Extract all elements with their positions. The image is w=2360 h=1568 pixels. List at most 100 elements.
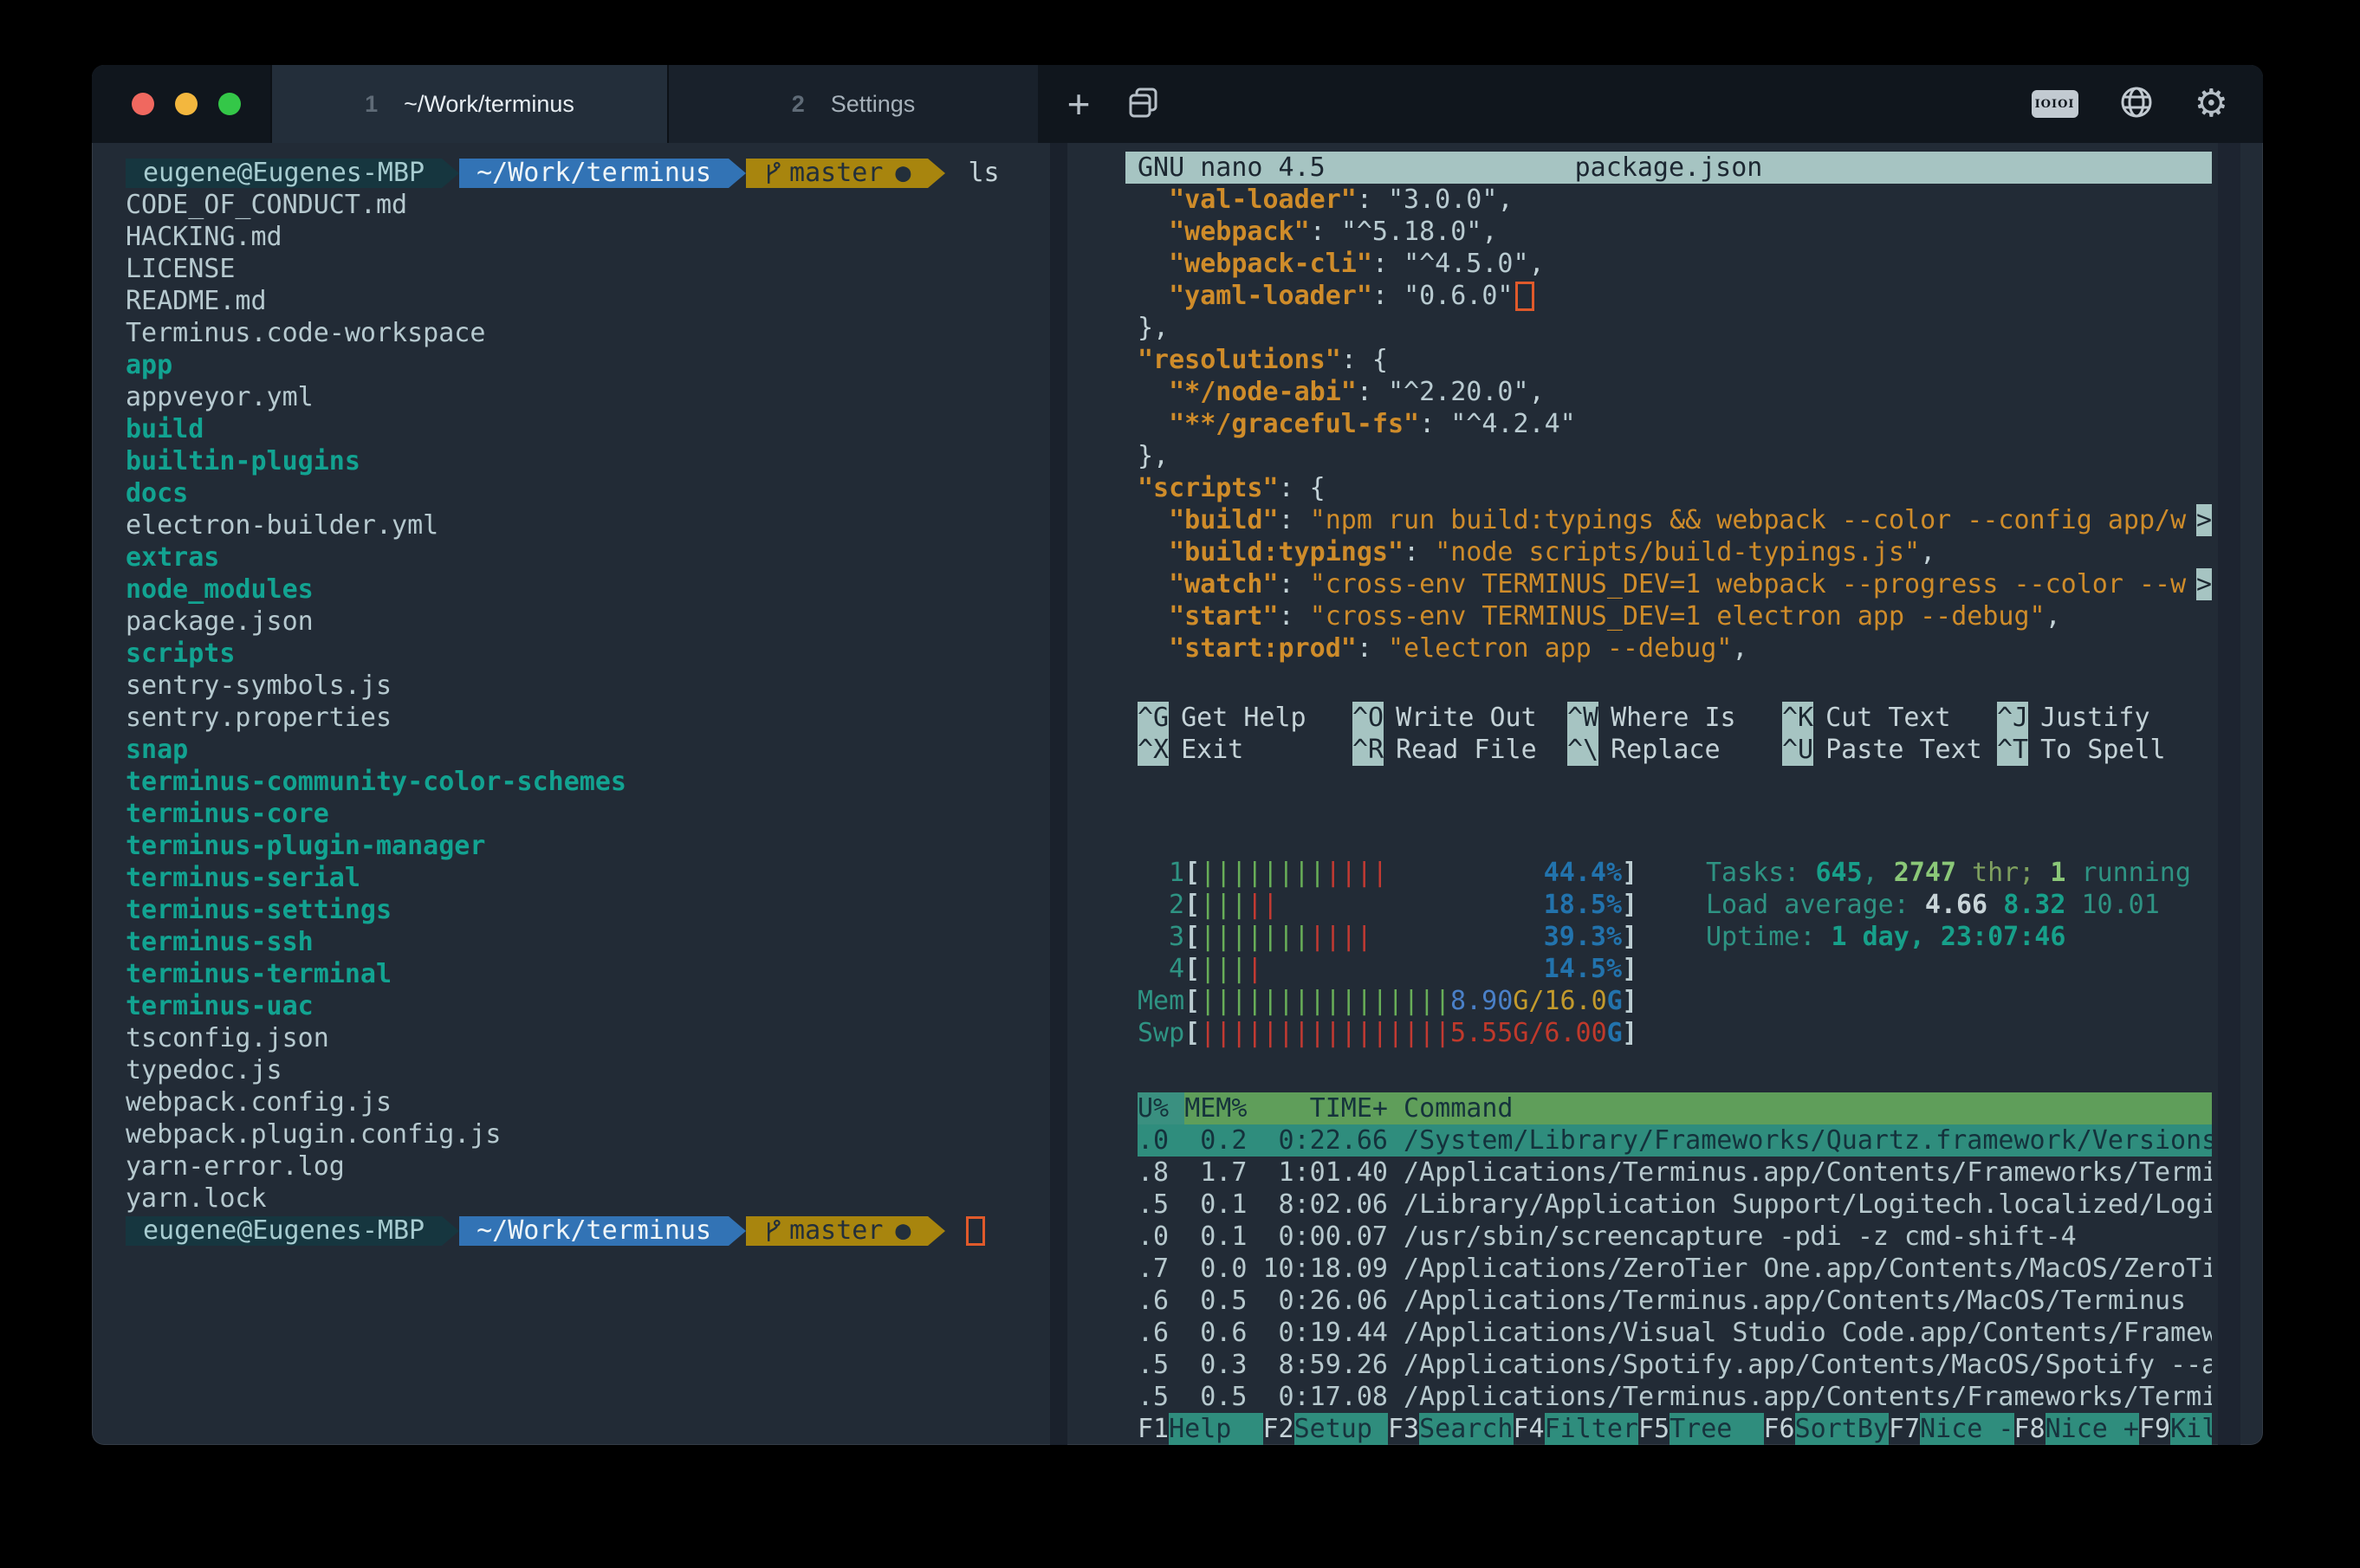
ls-output-line: sentry-symbols.js <box>126 670 1050 702</box>
prompt-segment-text: eugene@Eugenes-MBP <box>143 157 425 189</box>
serial-port-button[interactable]: IOIOI <box>2032 90 2078 118</box>
function-key-label: Filter <box>1545 1413 1638 1445</box>
file-name: yarn.lock <box>126 1182 267 1215</box>
shortcut-label: Paste Text <box>1825 734 1982 766</box>
text-segment: 44.4% <box>1544 857 1622 889</box>
meter-open-bracket: [ <box>1184 857 1200 889</box>
shortcut-key: ^J <box>1997 702 2028 734</box>
text-segment: "scripts" <box>1138 472 1279 504</box>
meter-label: 2 <box>1138 889 1184 921</box>
meter-close-bracket: ] <box>1622 889 1637 921</box>
text-segment: : <box>1372 280 1404 312</box>
file-name: HACKING.md <box>126 221 282 253</box>
text-segment: "val-loader" <box>1169 184 1357 216</box>
nano-shortcut-bar: ^GGet Help^OWrite Out^WWhere Is^KCut Tex… <box>1138 702 2212 766</box>
meter-open-bracket: [ <box>1184 921 1200 953</box>
process-row: .6 0.6 0:19.44 /Applications/Visual Stud… <box>1138 1317 2212 1349</box>
text-segment <box>1138 632 1169 664</box>
directory-name: extras <box>126 541 219 573</box>
text-segment: 10.01 <box>2082 889 2160 921</box>
terminal-pane-left[interactable]: eugene@Eugenes-MBP~/Work/terminusmaster●… <box>92 143 1050 1445</box>
process-row-text: .7 0.0 10:18.09 /Applications/ZeroTier O… <box>1138 1253 2212 1285</box>
shortcut-key: ^G <box>1138 702 1169 734</box>
nano-buffer-line: }, <box>1138 440 2212 472</box>
ls-output-line: yarn-error.log <box>126 1150 1050 1182</box>
directory-name: node_modules <box>126 573 314 606</box>
pane-splitter[interactable] <box>1050 143 1067 1445</box>
directory-name: terminus-plugin-manager <box>126 830 485 862</box>
text-segment: : <box>1279 600 1310 632</box>
meter-bars: |||||||| <box>1200 857 1326 889</box>
terminal-pane-right[interactable]: GNU nano 4.5 package.json "val-loader": … <box>1125 143 2212 1445</box>
text-segment: , <box>1863 857 1894 889</box>
meter-close-bracket: ] <box>1622 985 1637 1017</box>
text-segment: , <box>2046 600 2061 632</box>
shortcut-label: Exit <box>1181 734 1243 766</box>
file-name: webpack.config.js <box>126 1086 392 1118</box>
process-row: .5 0.3 8:59.26 /Applications/Spotify.app… <box>1138 1349 2212 1381</box>
function-key: F2 <box>1263 1413 1294 1445</box>
ls-output-line: builtin-plugins <box>126 445 1050 477</box>
tab-settings[interactable]: 2 Settings <box>667 65 1038 143</box>
sort-column-header: U% <box>1138 1092 1184 1124</box>
nano-buffer-line: "watch": "cross-env TERMINUS_DEV=1 webpa… <box>1138 568 2212 600</box>
text-segment: : <box>1357 632 1388 664</box>
nano-shortcut: ^OWrite Out <box>1352 702 1567 734</box>
text-segment: , <box>1529 248 1545 280</box>
nano-buffer-line: "webpack-cli": "^4.5.0", <box>1138 248 2212 280</box>
scrollbar-track <box>2218 143 2240 1445</box>
minimize-window-button[interactable] <box>175 93 198 115</box>
ssh-connections-button[interactable] <box>2118 84 2155 125</box>
process-row-text: .0 0.2 0:22.66 /System/Library/Framework… <box>1138 1124 2212 1157</box>
text-segment: running <box>2065 857 2191 889</box>
function-key-label: Nice - <box>1920 1413 2013 1445</box>
settings-button[interactable]: ⚙ <box>2195 85 2228 123</box>
meter-close-bracket: ] <box>1622 953 1637 985</box>
ls-output-line: terminus-core <box>126 798 1050 830</box>
tab-terminal[interactable]: 1 ~/Work/terminus <box>270 65 667 143</box>
git-dirty-dot: ● <box>895 1215 911 1247</box>
directory-name: terminus-core <box>126 798 329 830</box>
git-branch-icon <box>763 1215 789 1247</box>
ls-output-line: HACKING.md <box>126 221 1050 253</box>
ls-output-line: webpack.plugin.config.js <box>126 1118 1050 1150</box>
shortcut-key: ^U <box>1782 734 1813 766</box>
shell-prompt-line: eugene@Eugenes-MBP~/Work/terminusmaster● <box>126 1215 1050 1247</box>
ls-output-line: Terminus.code-workspace <box>126 317 1050 349</box>
maximize-window-button[interactable] <box>218 93 241 115</box>
shortcut-label: Replace <box>1611 734 1720 766</box>
text-segment: "webpack" <box>1169 216 1310 248</box>
htop-meter: Swp[||||||||||||||||5.55G/6.00G] <box>1138 1017 2212 1049</box>
meter-spacer <box>1388 857 1544 889</box>
shortcut-label: Justify <box>2040 702 2149 734</box>
function-key: F9 <box>2139 1413 2170 1445</box>
new-tab-button[interactable]: + <box>1048 65 1109 143</box>
shortcut-key: ^T <box>1997 734 2028 766</box>
terminal-cursor <box>966 1216 985 1246</box>
text-segment: "node scripts/build-typings.js" <box>1435 536 1920 568</box>
text-segment <box>1138 600 1169 632</box>
directory-name: snap <box>126 734 188 766</box>
nano-shortcut-row: ^XExit^RRead File^\Replace^UPaste Text^T… <box>1138 734 2212 766</box>
shortcut-label: To Spell <box>2040 734 2166 766</box>
meter-open-bracket: [ <box>1184 1017 1200 1049</box>
text-segment: : <box>1279 568 1310 600</box>
overlapping-windows-icon <box>1125 84 1162 125</box>
ls-output-line: tsconfig.json <box>126 1022 1050 1054</box>
meter-track: |||||18.5% <box>1200 889 1622 921</box>
meter-open-bracket: [ <box>1184 889 1200 921</box>
text-segment: }, <box>1138 440 1169 472</box>
process-row: .5 0.5 0:17.08 /Applications/Terminus.ap… <box>1138 1381 2212 1413</box>
nano-buffer-line: "val-loader": "3.0.0", <box>1138 184 2212 216</box>
meter-open-bracket: [ <box>1184 953 1200 985</box>
file-name: README.md <box>126 285 267 317</box>
close-window-button[interactable] <box>132 93 154 115</box>
duplicate-window-button[interactable] <box>1109 65 1178 143</box>
text-segment: thr; <box>1956 857 2050 889</box>
function-key: F4 <box>1514 1413 1545 1445</box>
function-key-label: Setup <box>1294 1413 1388 1445</box>
nano-buffer-line: "start:prod": "electron app --debug", <box>1138 632 2212 664</box>
text-segment: 18.5% <box>1544 889 1622 921</box>
meter-label: 1 <box>1138 857 1184 889</box>
text-segment: Load average: <box>1706 889 1925 921</box>
